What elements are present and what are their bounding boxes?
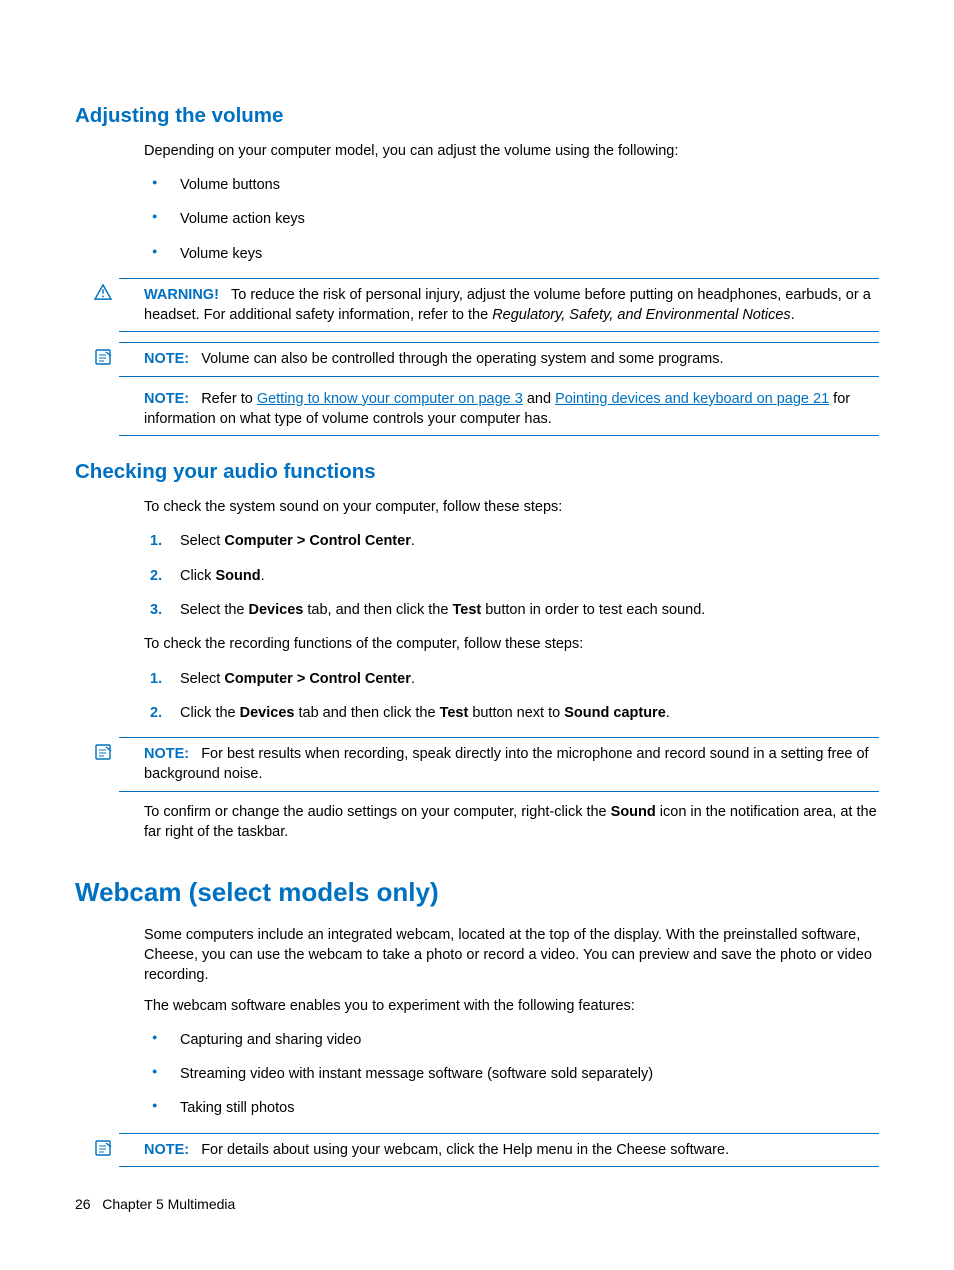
note-icon	[94, 1139, 114, 1157]
chapter-label: Chapter 5 Multimedia	[102, 1196, 235, 1212]
step-text: tab and then click the	[294, 705, 439, 721]
note-text	[193, 351, 201, 367]
step-text: .	[411, 533, 415, 549]
ordered-list: Select Computer > Control Center. Click …	[144, 531, 879, 620]
step-bold: Devices	[240, 705, 295, 721]
step-bold: Test	[452, 602, 481, 618]
paragraph: To check the system sound on your comput…	[144, 497, 879, 517]
note-text: For best results when recording, speak d…	[144, 746, 869, 782]
step-text: button in order to test each sound.	[481, 602, 705, 618]
step-text: Click the	[180, 705, 240, 721]
note-block: NOTE: For best results when recording, s…	[119, 737, 879, 792]
step-bold: Test	[440, 705, 469, 721]
bullet-list: Capturing and sharing video Streaming vi…	[144, 1030, 879, 1119]
note-label: NOTE:	[144, 746, 189, 762]
warning-block: WARNING! To reduce the risk of personal …	[119, 278, 879, 333]
note-text: For details about using your webcam, cli…	[201, 1142, 729, 1158]
note-text: Refer to	[201, 391, 257, 407]
step-text: tab, and then click the	[303, 602, 452, 618]
step-text: .	[411, 671, 415, 687]
list-item: Click the Devices tab and then click the…	[144, 703, 879, 723]
note-block: NOTE: Refer to Getting to know your comp…	[119, 381, 879, 437]
warning-label: WARNING!	[144, 287, 219, 303]
warning-text: .	[791, 307, 795, 323]
warning-text	[223, 287, 231, 303]
paragraph: To confirm or change the audio settings …	[144, 802, 879, 843]
note-text	[193, 746, 201, 762]
list-item: Streaming video with instant message sof…	[144, 1064, 879, 1084]
paragraph: To check the recording functions of the …	[144, 634, 879, 654]
list-item: Select Computer > Control Center.	[144, 669, 879, 689]
paragraph: The webcam software enables you to exper…	[144, 996, 879, 1016]
list-item: Capturing and sharing video	[144, 1030, 879, 1050]
paragraph: Some computers include an integrated web…	[144, 925, 879, 986]
list-item: Click Sound.	[144, 566, 879, 586]
step-text: .	[666, 705, 670, 721]
paragraph-bold: Sound	[611, 804, 656, 820]
paragraph: Depending on your computer model, you ca…	[144, 141, 879, 161]
note-block: NOTE: Volume can also be controlled thro…	[119, 342, 879, 376]
step-text: Click	[180, 568, 215, 584]
note-label: NOTE:	[144, 1142, 189, 1158]
note-label: NOTE:	[144, 351, 189, 367]
list-item: Select the Devices tab, and then click t…	[144, 600, 879, 620]
step-text: Select the	[180, 602, 249, 618]
note-text: and	[523, 391, 555, 407]
list-item: Volume action keys	[144, 209, 879, 229]
warning-icon	[94, 284, 114, 302]
step-bold: Computer > Control Center	[224, 533, 411, 549]
step-text: .	[261, 568, 265, 584]
ordered-list: Select Computer > Control Center. Click …	[144, 669, 879, 724]
note-block: NOTE: For details about using your webca…	[119, 1133, 879, 1167]
note-text	[193, 391, 201, 407]
step-bold: Sound	[215, 568, 260, 584]
step-bold: Computer > Control Center	[224, 671, 411, 687]
note-text: Volume can also be controlled through th…	[201, 351, 723, 367]
step-text: Select	[180, 671, 224, 687]
list-item: Volume buttons	[144, 175, 879, 195]
step-bold: Sound capture	[564, 705, 666, 721]
heading-adjusting-volume: Adjusting the volume	[75, 102, 879, 131]
step-bold: Devices	[249, 602, 304, 618]
step-text: Select	[180, 533, 224, 549]
paragraph-text: To confirm or change the audio settings …	[144, 804, 611, 820]
step-text: button next to	[468, 705, 564, 721]
link-pointing-devices[interactable]: Pointing devices and keyboard on page 21	[555, 391, 829, 407]
bullet-list: Volume buttons Volume action keys Volume…	[144, 175, 879, 264]
page-content: Adjusting the volume Depending on your c…	[0, 0, 954, 1167]
heading-webcam: Webcam (select models only)	[75, 874, 879, 910]
note-label: NOTE:	[144, 391, 189, 407]
page-footer: 26 Chapter 5 Multimedia	[75, 1195, 235, 1215]
page-number: 26	[75, 1196, 91, 1212]
list-item: Select Computer > Control Center.	[144, 531, 879, 551]
list-item: Volume keys	[144, 244, 879, 264]
heading-checking-audio: Checking your audio functions	[75, 458, 879, 487]
warning-italic: Regulatory, Safety, and Environmental No…	[492, 307, 790, 323]
note-icon	[94, 348, 114, 366]
note-icon	[94, 743, 114, 761]
note-text	[193, 1142, 201, 1158]
list-item: Taking still photos	[144, 1098, 879, 1118]
link-getting-to-know[interactable]: Getting to know your computer on page 3	[257, 391, 523, 407]
